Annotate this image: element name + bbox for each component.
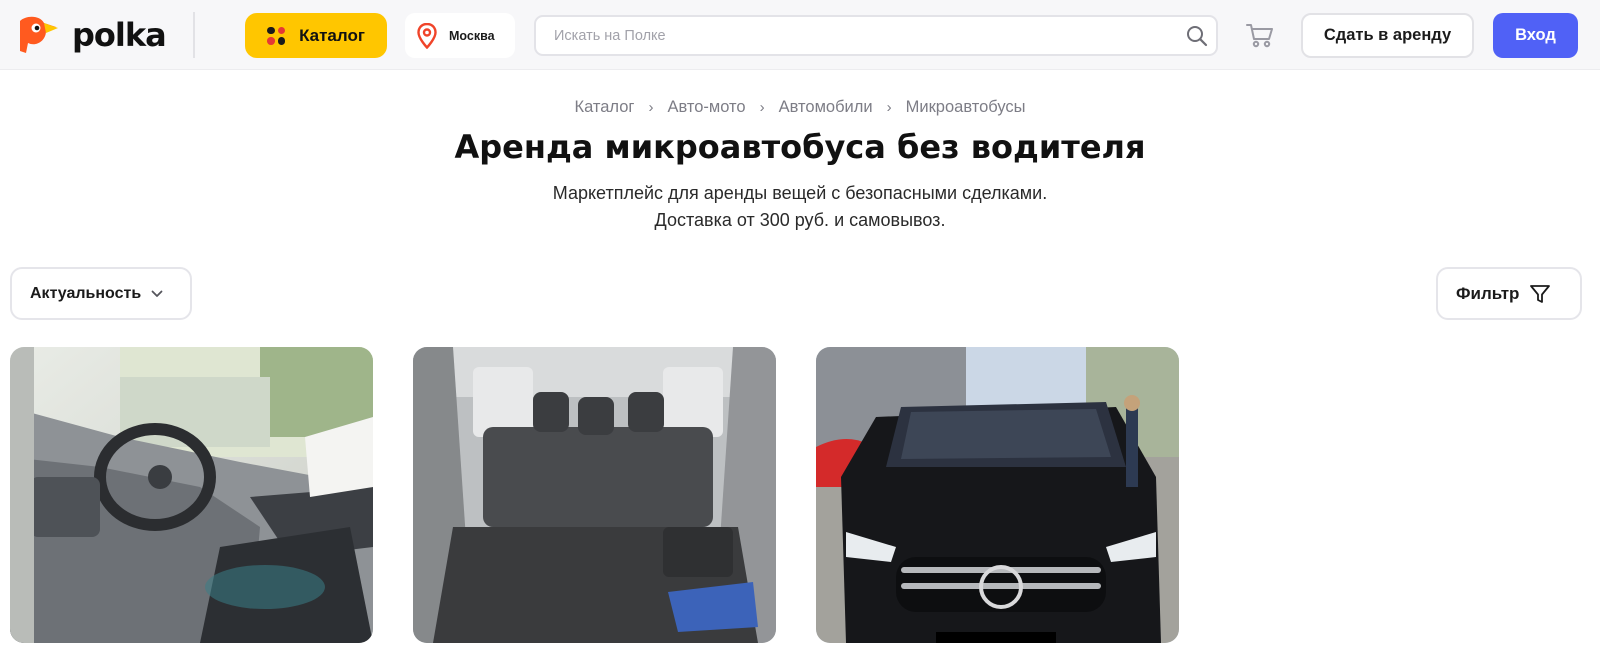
search-input[interactable]	[536, 17, 1156, 54]
filter-label: Фильтр	[1456, 283, 1520, 303]
chevron-down-icon	[151, 290, 163, 297]
grid-icon	[267, 26, 286, 45]
listing-card[interactable]	[413, 347, 776, 643]
logo-mark	[20, 16, 58, 53]
subtitle-line-2: Доставка от 300 руб. и самовывоз.	[654, 210, 946, 230]
sort-dropdown[interactable]: Актуальность	[10, 267, 192, 320]
cart-icon[interactable]	[1245, 21, 1275, 49]
breadcrumb-item-catalog[interactable]: Каталог	[574, 98, 634, 117]
subtitle-line-1: Маркетплейс для аренды вещей с безопасны…	[552, 183, 1048, 203]
catalog-button[interactable]: Каталог	[245, 13, 387, 58]
chevron-right-icon: ›	[648, 99, 654, 116]
listing-card[interactable]	[10, 347, 373, 643]
search-icon[interactable]	[1186, 25, 1208, 47]
header-divider	[193, 12, 195, 58]
listing-photo-exterior	[816, 347, 1179, 643]
chevron-right-icon: ›	[759, 99, 765, 116]
breadcrumb-item-minibuses[interactable]: Микроавтобусы	[906, 98, 1026, 117]
breadcrumb-item-auto-moto[interactable]: Авто-мото	[667, 98, 745, 117]
chevron-right-icon: ›	[886, 99, 892, 116]
login-button[interactable]: Вход	[1493, 13, 1578, 58]
breadcrumb: Каталог › Авто-мото › Автомобили › Микро…	[0, 98, 1600, 117]
page-title: Аренда микроавтобуса без водителя	[454, 128, 1146, 166]
location-pin-icon	[417, 22, 437, 49]
logo-text: polka	[72, 16, 167, 54]
breadcrumb-item-cars[interactable]: Автомобили	[779, 98, 873, 117]
site-header: polka Каталог Москва Сдать в аренду Вход	[0, 0, 1600, 70]
city-selector[interactable]: Москва	[405, 13, 515, 58]
page-subtitle: Маркетплейс для аренды вещей с безопасны…	[0, 180, 1600, 234]
search-bar	[534, 15, 1218, 56]
listing-photo-interior	[10, 347, 373, 643]
rent-out-button[interactable]: Сдать в аренду	[1301, 13, 1474, 58]
filter-button[interactable]: Фильтр	[1436, 267, 1582, 320]
catalog-button-label: Каталог	[299, 25, 365, 45]
sort-label: Актуальность	[30, 284, 142, 302]
listing-card[interactable]	[816, 347, 1179, 643]
listing-photo-cargo	[413, 347, 776, 643]
filter-funnel-icon	[1530, 284, 1551, 303]
site-logo[interactable]: polka	[16, 14, 167, 56]
city-name: Москва	[449, 28, 495, 43]
